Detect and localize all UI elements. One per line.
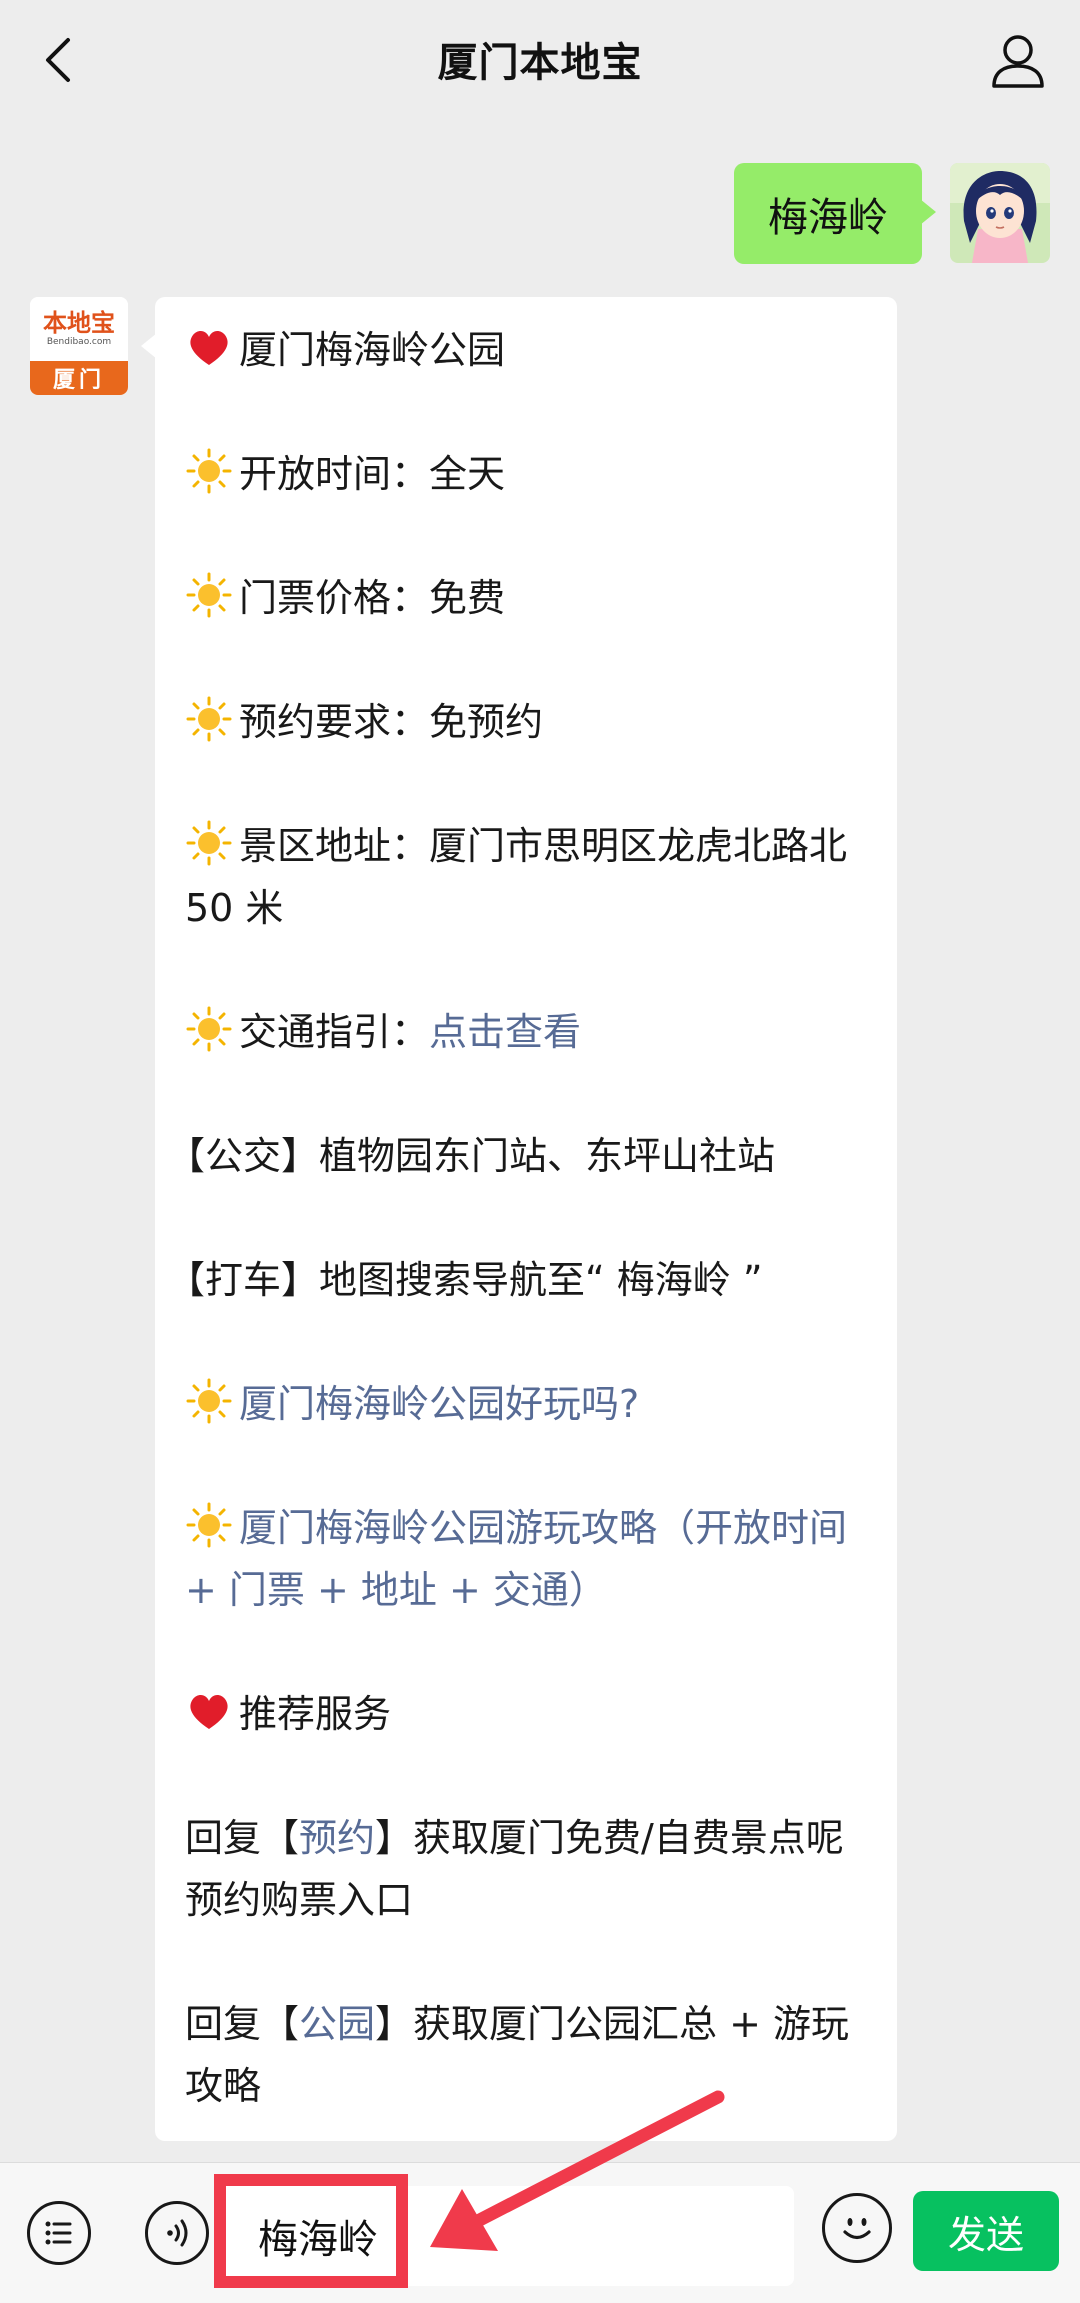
chevron-left-icon[interactable] bbox=[30, 30, 90, 90]
park-fun-link[interactable]: 厦门梅海岭公园好玩吗? bbox=[239, 1382, 639, 1426]
sun-icon bbox=[186, 696, 232, 742]
sun-icon bbox=[186, 820, 232, 866]
top-bar: 厦门本地宝 bbox=[0, 0, 1080, 118]
message-line: 预约要求：免预约 bbox=[185, 691, 867, 753]
anime-girl-avatar-icon bbox=[950, 163, 1050, 263]
message-text: 开放时间：全天 bbox=[239, 452, 506, 496]
highlight-box bbox=[214, 2174, 408, 2288]
user-message: 梅海岭 bbox=[734, 163, 1050, 264]
bot-avatar[interactable]: 本地宝 Bendibao.com 厦门 bbox=[30, 297, 128, 395]
sun-icon bbox=[186, 1378, 232, 1424]
bot-avatar-city: 厦门 bbox=[30, 361, 128, 395]
emoji-button[interactable] bbox=[822, 2193, 892, 2263]
list-menu-icon bbox=[45, 2221, 72, 2245]
page-title: 厦门本地宝 bbox=[437, 40, 643, 86]
message-line: 厦门梅海岭公园游玩攻略（开放时间 + 门票 + 地址 + 交通） bbox=[185, 1497, 867, 1621]
message-text: 回复【 bbox=[185, 1816, 300, 1860]
send-button[interactable]: 发送 bbox=[913, 2191, 1059, 2271]
message-text: 回复【 bbox=[185, 2002, 300, 2046]
message-line: 景区地址：厦门市思明区龙虎北路北 50 米 bbox=[185, 815, 867, 939]
message-text: 预约要求：免预约 bbox=[239, 700, 544, 744]
reservation-keyword-link[interactable]: 预约 bbox=[299, 1816, 375, 1860]
message-text: 厦门梅海岭公园 bbox=[239, 328, 506, 372]
message-text: 【打车】地图搜索导航至“ 梅海岭 ” bbox=[167, 1258, 763, 1302]
menu-button[interactable] bbox=[27, 2201, 91, 2265]
message-line: 【公交】植物园东门站、东坪山社站 bbox=[167, 1125, 867, 1187]
bot-avatar-logo-text: 本地宝 bbox=[43, 309, 115, 337]
user-avatar[interactable] bbox=[950, 163, 1050, 263]
sun-icon bbox=[186, 1006, 232, 1052]
emoji-icon bbox=[843, 2218, 871, 2240]
sun-icon bbox=[186, 572, 232, 618]
heart-icon bbox=[190, 331, 228, 365]
message-line: 交通指引：点击查看 bbox=[185, 1001, 867, 1063]
message-line: 厦门梅海岭公园 bbox=[185, 319, 867, 381]
message-text: 【公交】植物园东门站、东坪山社站 bbox=[167, 1134, 776, 1178]
park-keyword-link[interactable]: 公园 bbox=[299, 2002, 375, 2046]
message-line: 厦门梅海岭公园好玩吗? bbox=[185, 1373, 867, 1435]
bot-message-bubble: 厦门梅海岭公园 开放时间：全天 门票价格：免费 预约要求：免预约 景区地址：厦门… bbox=[141, 297, 897, 2141]
traffic-guide-link[interactable]: 点击查看 bbox=[429, 1010, 581, 1054]
bot-avatar-url: Bendibao.com bbox=[46, 337, 112, 347]
sun-icon bbox=[186, 448, 232, 494]
message-line: 开放时间：全天 bbox=[185, 443, 867, 505]
message-line: 门票价格：免费 bbox=[185, 567, 867, 629]
message-text: 景区地址：厦门市思明区龙虎北路北 50 米 bbox=[185, 824, 848, 930]
sun-icon bbox=[186, 1502, 232, 1548]
person-icon[interactable] bbox=[986, 28, 1050, 92]
message-text: 门票价格：免费 bbox=[239, 576, 506, 620]
message-line: 【打车】地图搜索导航至“ 梅海岭 ” bbox=[167, 1249, 867, 1311]
message-text: 推荐服务 bbox=[239, 1692, 392, 1736]
message-line: 推荐服务 bbox=[185, 1683, 867, 1745]
voice-button[interactable] bbox=[145, 2201, 209, 2265]
message-line: 回复【预约】获取厦门免费/自费景点呢预约购票入口 bbox=[185, 1807, 867, 1931]
heart-icon bbox=[190, 1695, 228, 1729]
park-guide-link[interactable]: 厦门梅海岭公园游玩攻略（开放时间 + 门票 + 地址 + 交通） bbox=[185, 1506, 847, 1612]
user-message-bubble[interactable]: 梅海岭 bbox=[734, 163, 936, 264]
voice-icon bbox=[167, 2219, 188, 2247]
red-arrow-icon bbox=[430, 2090, 725, 2251]
bot-avatar-logo: 本地宝 Bendibao.com bbox=[30, 297, 128, 361]
message-text: 交通指引： bbox=[239, 1010, 430, 1054]
